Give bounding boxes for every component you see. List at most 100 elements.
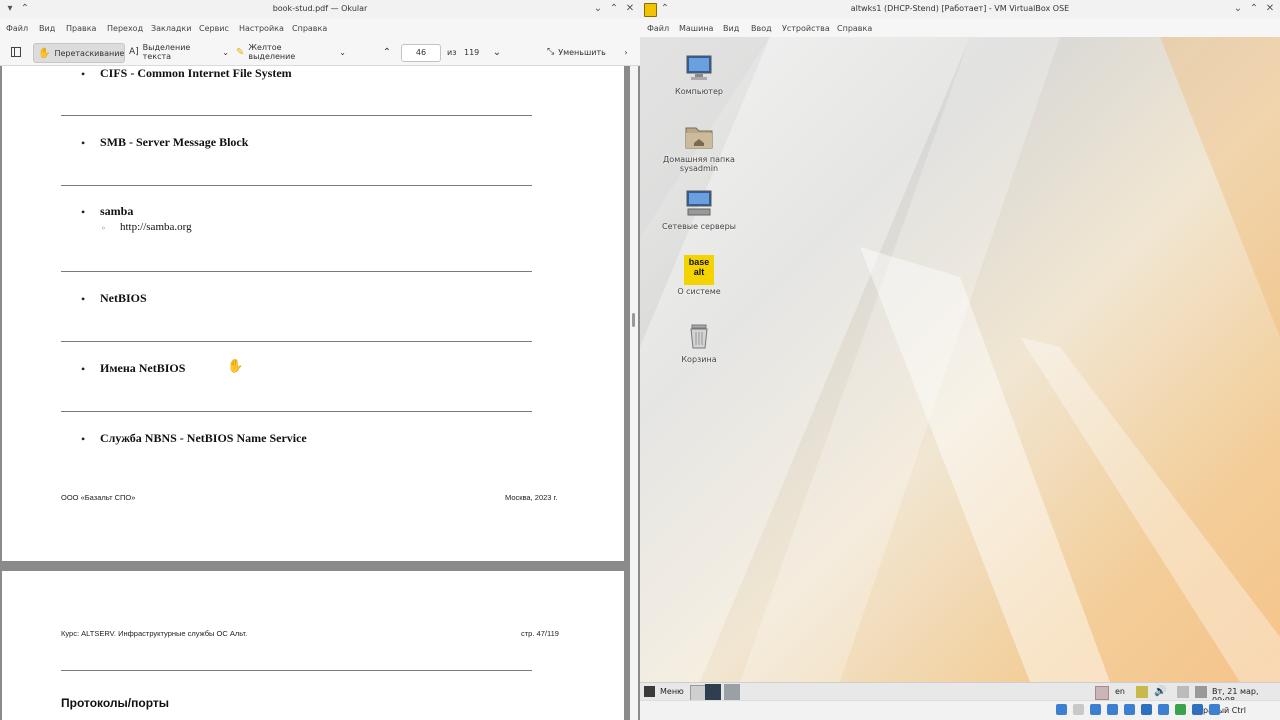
- bullet: •: [81, 362, 86, 376]
- minimize-icon[interactable]: ⌄: [592, 3, 604, 15]
- start-menu-button[interactable]: Меню: [660, 687, 684, 696]
- pdf-page-46: • CIFS - Common Internet File System • S…: [2, 66, 624, 561]
- zoom-out-label: Уменьшить: [558, 47, 606, 57]
- recording-status-icon[interactable]: [1175, 704, 1186, 715]
- hand-cursor-icon: ✋: [227, 359, 244, 374]
- highlighter-icon: ✎: [236, 46, 245, 58]
- maximize-icon[interactable]: ⌃: [608, 3, 620, 15]
- virtualbox-window: ⌃ altwks1 (DHCP-Stend) [Работает] - VM V…: [640, 0, 1280, 720]
- desktop-icon-about-system[interactable]: base alt О системе: [654, 255, 744, 296]
- menu-file[interactable]: Файл: [6, 24, 28, 33]
- vbox-menu-view[interactable]: Вид: [723, 24, 739, 33]
- browse-tool-button[interactable]: ✋ Перетаскивание: [33, 43, 125, 63]
- guest-desktop[interactable]: Компьютер Домашняя папка sysadmin Сетевы…: [640, 37, 1280, 682]
- display-status-icon[interactable]: [1158, 704, 1169, 715]
- vbox-menu-help[interactable]: Справка: [837, 24, 872, 33]
- shared-folders-status-icon[interactable]: [1141, 704, 1152, 715]
- vbox-menu-devices[interactable]: Устройства: [782, 24, 830, 33]
- menu-edit[interactable]: Правка: [66, 24, 96, 33]
- desktop-icon-computer[interactable]: Компьютер: [654, 53, 744, 96]
- hdd-status-icon[interactable]: [1056, 704, 1067, 715]
- desktop-icon-label: Домашняя папка sysadmin: [663, 155, 735, 173]
- guest-taskbar: Меню en 🔊 Вт, 21 мар, 09:08: [640, 682, 1280, 705]
- keyboard-layout-indicator[interactable]: en: [1115, 687, 1125, 696]
- scrollbar-thumb[interactable]: [632, 313, 635, 327]
- file-manager-launcher-icon[interactable]: [690, 685, 706, 701]
- toolbar-overflow-icon[interactable]: ›: [621, 43, 631, 61]
- page-footer-right: Москва, 2023 г.: [505, 493, 558, 502]
- chevron-down-icon[interactable]: ⌄: [339, 48, 346, 57]
- tray-app-icon[interactable]: [1095, 686, 1109, 700]
- close-icon[interactable]: ✕: [1264, 3, 1276, 15]
- desktop-icon-network-servers[interactable]: Сетевые серверы: [654, 188, 744, 231]
- vbox-menu-file[interactable]: Файл: [647, 24, 669, 33]
- chevron-down-icon[interactable]: ⌄: [222, 48, 229, 57]
- previous-page-icon[interactable]: ⌃: [380, 43, 394, 61]
- vbox-menu-input[interactable]: Ввод: [751, 24, 772, 33]
- list-subitem-link[interactable]: http://samba.org: [120, 221, 192, 233]
- computer-icon: [686, 55, 712, 80]
- bullet: •: [81, 292, 86, 306]
- page-number-input[interactable]: 46: [401, 44, 441, 62]
- list-item: CIFS - Common Internet File System: [100, 66, 292, 80]
- bullet: •: [81, 136, 86, 150]
- menu-tools[interactable]: Сервис: [199, 24, 229, 33]
- maximize-icon[interactable]: ⌃: [1248, 3, 1260, 15]
- taskbar-window-button[interactable]: [705, 684, 721, 700]
- menu-go[interactable]: Переход: [107, 24, 143, 33]
- page-header-left: Курс: ALTSERV. Инфраструктурные службы О…: [61, 629, 248, 638]
- okular-toolbar: ✋ Перетаскивание A] Выделение текста ⌄ ✎…: [0, 40, 640, 66]
- clipboard-tray-icon[interactable]: [1177, 686, 1189, 698]
- menu-bookmarks[interactable]: Закладки: [151, 24, 191, 33]
- menu-view[interactable]: Вид: [39, 24, 55, 33]
- sub-bullet: ◦: [101, 224, 106, 233]
- network-status-icon[interactable]: [1107, 704, 1118, 715]
- divider: [61, 115, 532, 116]
- optical-drive-status-icon[interactable]: [1073, 704, 1084, 715]
- next-page-icon[interactable]: ⌄: [490, 43, 504, 61]
- highlight-label: Желтое выделение: [248, 43, 296, 61]
- page-total-label: 119: [464, 47, 480, 57]
- desktop-icon-home-folder[interactable]: Домашняя папка sysadmin: [654, 121, 744, 173]
- keyboard-capture-icon[interactable]: [1209, 704, 1220, 715]
- okular-window: ▾ ⌃ book-stud.pdf — Okular ⌄ ⌃ ✕ Файл Ви…: [0, 0, 640, 720]
- vbox-menu-machine[interactable]: Машина: [679, 24, 713, 33]
- highlight-tool-button[interactable]: ✎ Желтое выделение ⌄: [236, 43, 346, 61]
- desktop-icon-label: Корзина: [681, 355, 717, 364]
- display-tray-icon[interactable]: [1195, 686, 1207, 698]
- list-item: Служба NBNS - NetBIOS Name Service: [100, 431, 307, 445]
- minimize-icon[interactable]: ⌄: [1232, 3, 1244, 15]
- desktop-icon-trash[interactable]: Корзина: [654, 321, 744, 364]
- usb-status-icon[interactable]: [1124, 704, 1135, 715]
- text-select-tool-button[interactable]: A] Выделение текста ⌄: [129, 43, 229, 61]
- network-tray-icon[interactable]: [1136, 686, 1148, 698]
- desktop-icon-label: Компьютер: [675, 87, 723, 96]
- menu-help[interactable]: Справка: [292, 24, 327, 33]
- window-title: book-stud.pdf — Okular: [272, 4, 368, 13]
- vertical-scrollbar[interactable]: [630, 66, 638, 720]
- text-select-icon: A]: [129, 47, 139, 57]
- list-item: NetBIOS: [100, 291, 147, 305]
- mouse-integration-icon[interactable]: [1192, 704, 1203, 715]
- list-item: samba: [100, 204, 134, 218]
- list-item: Имена NetBIOS: [100, 361, 186, 375]
- close-icon[interactable]: ✕: [624, 3, 636, 15]
- divider: [61, 670, 532, 671]
- bullet: •: [81, 205, 86, 219]
- document-viewer[interactable]: • CIFS - Common Internet File System • S…: [0, 66, 640, 720]
- bullet: •: [81, 432, 86, 446]
- sidebar-toggle-icon[interactable]: [8, 43, 24, 61]
- volume-icon[interactable]: 🔊: [1154, 686, 1166, 697]
- pdf-page-47: Курс: ALTSERV. Инфраструктурные службы О…: [2, 571, 624, 720]
- vbox-window-title: altwks1 (DHCP-Stend) [Работает] - VM Vir…: [850, 4, 1070, 13]
- desktop-icon-label: О системе: [677, 287, 721, 296]
- audio-status-icon[interactable]: [1090, 704, 1101, 715]
- vbox-titlebar: ⌃ altwks1 (DHCP-Stend) [Работает] - VM V…: [640, 0, 1280, 19]
- zoom-out-button[interactable]: ⤡ Уменьшить: [547, 43, 617, 61]
- text-select-label: Выделение текста: [142, 43, 191, 61]
- home-folder-icon: [685, 127, 713, 149]
- start-menu-icon[interactable]: [644, 686, 655, 697]
- menu-settings[interactable]: Настройка: [239, 24, 284, 33]
- taskbar-window-button[interactable]: [724, 684, 740, 700]
- trash-icon: [690, 324, 708, 349]
